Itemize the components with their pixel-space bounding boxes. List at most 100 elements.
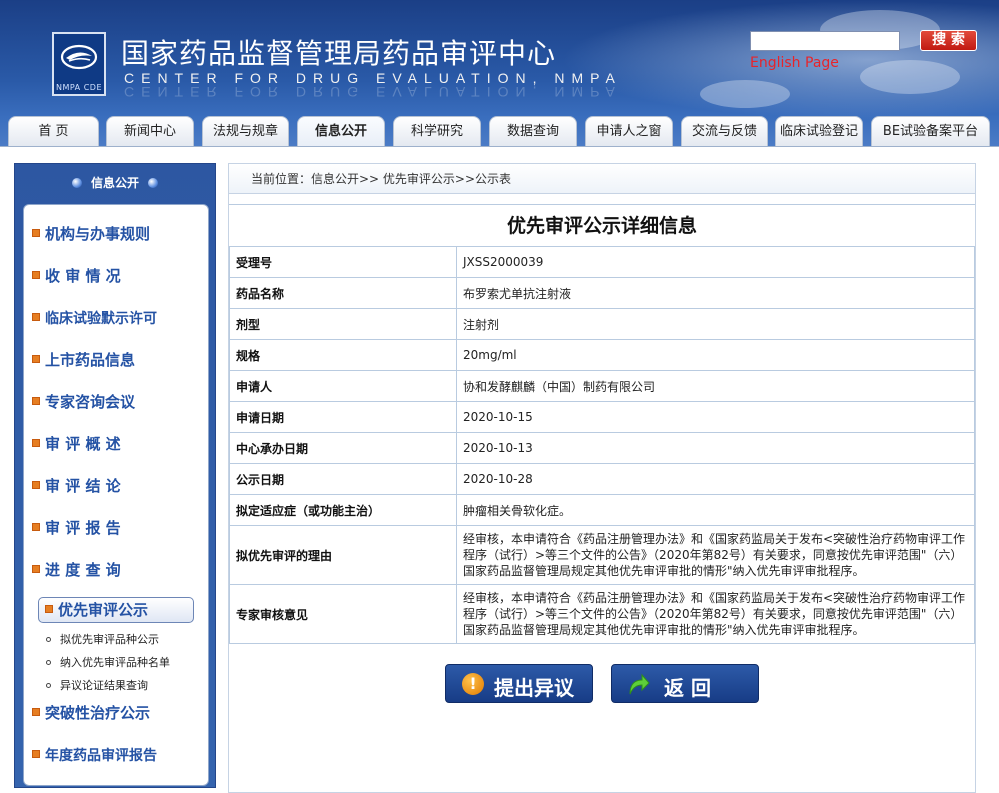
table-row: 公示日期 2020-10-28 <box>229 463 975 495</box>
tab-applicant-window[interactable]: 申请人之窗 <box>585 116 673 147</box>
objection-button[interactable]: ! 提出异议 <box>445 664 593 703</box>
table-row: 药品名称 布罗索尤单抗注射液 <box>229 277 975 309</box>
sidebar-item-label: 进 度 查 询 <box>45 561 121 579</box>
table-row: 申请人 协和发酵麒麟（中国）制药有限公司 <box>229 370 975 402</box>
sidebar-item-label: 上市药品信息 <box>45 351 136 369</box>
return-arrow-icon <box>629 673 650 695</box>
field-value: 20mg/ml <box>456 339 975 371</box>
table-row: 拟定适应症（或功能主治） 肿瘤相关骨软化症。 <box>229 494 975 526</box>
bullet-icon <box>32 229 40 237</box>
table-row: 申请日期 2020-10-15 <box>229 401 975 433</box>
bullet-icon <box>32 481 40 489</box>
sidebar-item-label: 年度药品审评报告 <box>45 748 157 764</box>
field-label: 拟定适应症（或功能主治） <box>229 494 457 526</box>
field-value: 2020-10-15 <box>456 401 975 433</box>
sidebar-title-text: 信息公开 <box>90 176 139 190</box>
site-subtitle-reflection: CENTER FOR DRUG EVALUATION, NMPA <box>124 84 622 100</box>
field-value: JXSS2000039 <box>456 246 975 278</box>
sidebar-item-label: 收 审 情 况 <box>45 267 121 285</box>
sidebar-subitem-label: 拟优先审评品种公示 <box>60 633 159 646</box>
sidebar-item-review-report[interactable]: 审 评 报 告 <box>32 517 121 539</box>
field-value: 2020-10-28 <box>456 463 975 495</box>
sidebar-item-marketed-drugs[interactable]: 上市药品信息 <box>32 349 135 371</box>
sidebar-subitem-objection-results[interactable]: 异议论证结果查询 <box>46 677 148 693</box>
sidebar-subitem-proposed-priority[interactable]: 拟优先审评品种公示 <box>46 631 159 647</box>
field-label: 药品名称 <box>229 277 457 309</box>
globe-bullet-icon <box>71 178 82 188</box>
sidebar-item-label: 突破性治疗公示 <box>45 704 151 722</box>
sidebar-item-receipt-status[interactable]: 收 审 情 况 <box>32 265 121 287</box>
bullet-icon <box>32 271 40 279</box>
field-value: 肿瘤相关骨软化症。 <box>456 494 975 526</box>
tab-research[interactable]: 科学研究 <box>393 116 481 147</box>
field-value: 经审核，本申请符合《药品注册管理办法》和《国家药监局关于发布<突破性治疗药物审评… <box>456 525 975 585</box>
field-label: 规格 <box>229 339 457 371</box>
page-title: 优先审评公示详细信息 <box>229 204 975 246</box>
detail-table: 受理号 JXSS2000039 药品名称 布罗索尤单抗注射液 剂型 注射剂 规格 20m… <box>229 246 975 644</box>
bullet-icon <box>32 397 40 405</box>
sidebar-item-label: 优先审评公示 <box>58 601 149 619</box>
sidebar-item-annual-report[interactable]: 年度药品审评报告 <box>32 745 157 767</box>
bullet-icon <box>32 750 40 758</box>
nmpa-logo: NMPA CDE <box>52 32 106 96</box>
field-label: 申请日期 <box>229 401 457 433</box>
tab-communication[interactable]: 交流与反馈 <box>681 116 768 147</box>
sidebar-item-breakthrough[interactable]: 突破性治疗公示 <box>32 702 150 724</box>
bullet-icon <box>32 523 40 531</box>
table-row: 中心承办日期 2020-10-13 <box>229 432 975 464</box>
field-label: 中心承办日期 <box>229 432 457 464</box>
field-value: 布罗索尤单抗注射液 <box>456 277 975 309</box>
sidebar-item-priority-review[interactable]: 优先审评公示 <box>38 597 194 623</box>
circle-bullet-icon <box>46 660 51 665</box>
table-row: 规格 20mg/ml <box>229 339 975 371</box>
tab-info-disclosure[interactable]: 信息公开 <box>297 116 385 147</box>
bullet-icon <box>32 313 40 321</box>
return-button-label: 返 回 <box>664 676 711 700</box>
bullet-icon <box>32 355 40 363</box>
field-value: 2020-10-13 <box>456 432 975 464</box>
sidebar-item-label: 专家咨询会议 <box>45 393 136 411</box>
sidebar-subitem-included-list[interactable]: 纳入优先审评品种名单 <box>46 654 170 670</box>
bullet-icon <box>32 439 40 447</box>
nav-divider <box>0 146 999 147</box>
field-label: 拟优先审评的理由 <box>229 525 457 585</box>
sidebar-item-progress-query[interactable]: 进 度 查 询 <box>32 559 121 581</box>
sidebar-subitem-label: 异议论证结果查询 <box>60 679 148 692</box>
bullet-icon <box>32 565 40 573</box>
table-row: 剂型 注射剂 <box>229 308 975 340</box>
field-value: 协和发酵麒麟（中国）制药有限公司 <box>456 370 975 402</box>
search-button[interactable]: 搜 索 <box>920 30 977 51</box>
field-value: 注射剂 <box>456 308 975 340</box>
logo-text: NMPA CDE <box>55 83 102 92</box>
globe-bullet-icon <box>148 178 158 188</box>
sidebar-subitem-label: 纳入优先审评品种名单 <box>60 656 170 669</box>
pill-decoration <box>860 60 960 94</box>
tab-data-query[interactable]: 数据查询 <box>489 116 577 147</box>
exclamation-icon: ! <box>462 673 484 695</box>
bullet-icon <box>32 708 40 716</box>
logo-mark-icon <box>60 44 98 70</box>
sidebar-item-review-conclusion[interactable]: 审 评 结 论 <box>32 475 121 497</box>
sidebar-item-label: 临床试验默示许可 <box>45 311 157 327</box>
search-input[interactable] <box>750 31 900 51</box>
field-value: 经审核，本申请符合《药品注册管理办法》和《国家药监局关于发布<突破性治疗药物审评… <box>456 584 975 644</box>
field-label: 申请人 <box>229 370 457 402</box>
objection-button-label: 提出异议 <box>494 676 574 700</box>
sidebar-item-label: 机构与办事规则 <box>45 225 151 243</box>
tab-regulations[interactable]: 法规与规章 <box>202 116 289 147</box>
tab-clinical-trial-registration[interactable]: 临床试验登记 <box>775 116 863 147</box>
sidebar-item-clinical-trial-permit[interactable]: 临床试验默示许可 <box>32 308 157 330</box>
field-label: 公示日期 <box>229 463 457 495</box>
return-button[interactable]: 返 回 <box>611 664 759 703</box>
sidebar-item-review-overview[interactable]: 审 评 概 述 <box>32 433 121 455</box>
english-page-link[interactable]: English Page <box>750 55 839 71</box>
sidebar-item-institution-rules[interactable]: 机构与办事规则 <box>32 223 150 245</box>
sidebar-menu: 机构与办事规则 收 审 情 况 临床试验默示许可 上市药品信息 专家咨询会议 审… <box>23 204 209 786</box>
circle-bullet-icon <box>46 637 51 642</box>
tab-news[interactable]: 新闻中心 <box>106 116 194 147</box>
main-nav: 首 页 新闻中心 法规与规章 信息公开 科学研究 数据查询 申请人之窗 交流与反… <box>0 116 999 147</box>
sidebar-item-expert-meeting[interactable]: 专家咨询会议 <box>32 391 135 413</box>
main-content: 当前位置：信息公开>> 优先审评公示>>公示表 优先审评公示详细信息 受理号 JX… <box>228 163 976 793</box>
tab-be-filing[interactable]: BE试验备案平台 <box>871 116 990 147</box>
tab-home[interactable]: 首 页 <box>8 116 99 147</box>
